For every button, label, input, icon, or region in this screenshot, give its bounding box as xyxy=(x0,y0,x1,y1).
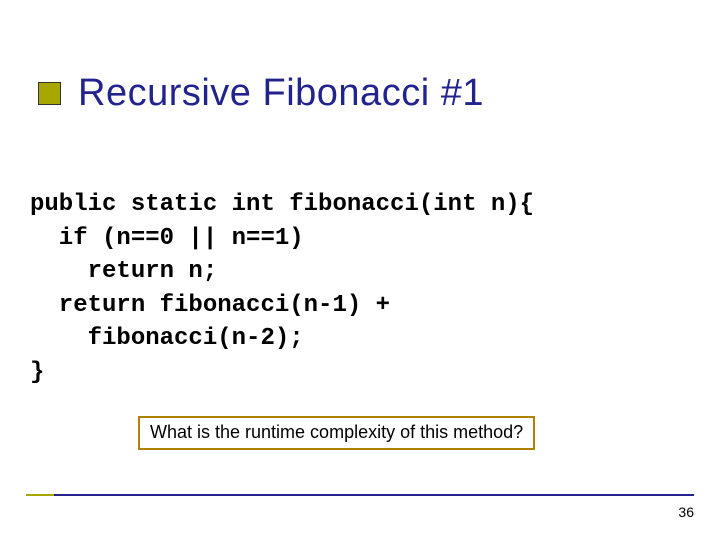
code-line: return n; xyxy=(30,258,217,285)
code-line: } xyxy=(30,359,44,386)
code-line: return fibonacci(n-1) + xyxy=(30,292,390,319)
title-accent-square xyxy=(38,82,61,105)
code-block: public static int fibonacci(int n){ if (… xyxy=(30,188,534,390)
slide: Recursive Fibonacci #1 public static int… xyxy=(0,0,720,540)
code-line: fibonacci(n-2); xyxy=(30,325,304,352)
question-callout: What is the runtime complexity of this m… xyxy=(138,416,535,450)
footer-divider xyxy=(26,494,694,496)
slide-title: Recursive Fibonacci #1 xyxy=(78,72,484,115)
footer-accent-dash xyxy=(26,494,54,496)
code-line: if (n==0 || n==1) xyxy=(30,225,304,252)
code-line: public static int fibonacci(int n){ xyxy=(30,191,534,218)
page-number: 36 xyxy=(678,504,694,520)
